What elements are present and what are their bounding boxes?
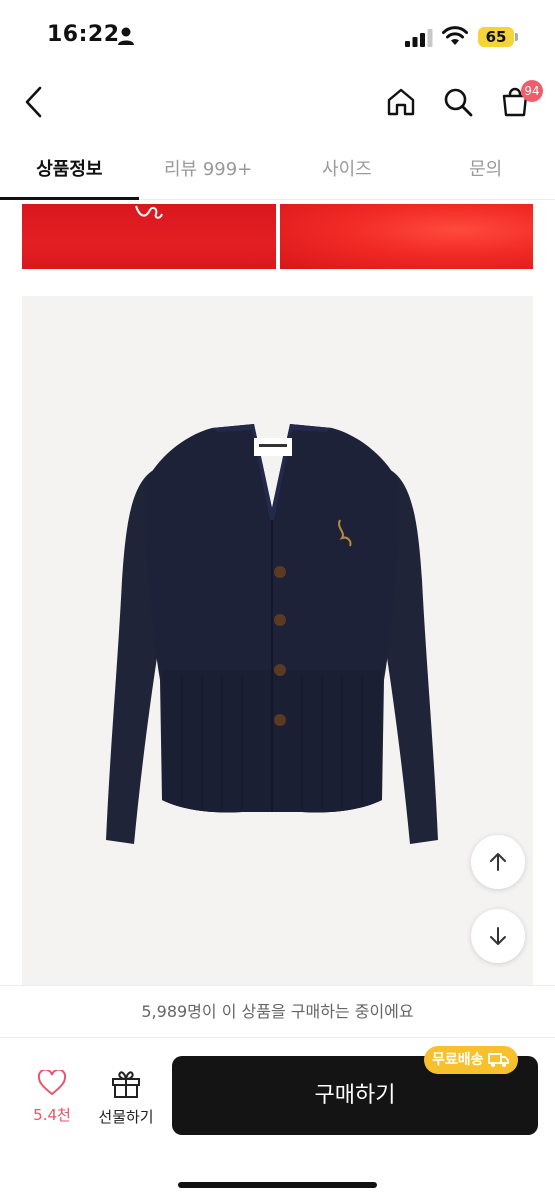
home-indicator xyxy=(178,1182,377,1188)
battery-tip xyxy=(515,33,518,41)
home-icon xyxy=(387,88,415,116)
red-fabric-closeup-image xyxy=(279,204,533,269)
embroidery-logo-icon xyxy=(135,205,163,219)
search-icon xyxy=(444,88,473,117)
free-shipping-label: 무료배송 xyxy=(432,1052,484,1068)
arrow-up-icon xyxy=(490,853,506,871)
gift-button[interactable]: 선물하기 xyxy=(92,1070,160,1130)
status-time: 16:22 xyxy=(47,22,120,47)
tab-inquiry[interactable]: 문의 xyxy=(416,140,555,199)
home-button[interactable] xyxy=(381,82,421,122)
tab-size[interactable]: 사이즈 xyxy=(278,140,417,199)
arrow-down-icon xyxy=(490,927,506,945)
search-button[interactable] xyxy=(438,82,478,122)
free-shipping-badge: 무료배송 xyxy=(424,1046,518,1074)
gift-icon xyxy=(112,1071,140,1098)
truck-icon xyxy=(487,1053,509,1067)
heart-icon xyxy=(37,1068,67,1096)
cellular-signal-icon xyxy=(405,29,433,47)
chevron-left-icon xyxy=(25,86,42,118)
nav-bar xyxy=(0,70,555,134)
scroll-up-button[interactable] xyxy=(471,835,525,889)
red-fabric-detail-image xyxy=(22,204,276,269)
gift-label: 선물하기 xyxy=(98,1108,154,1126)
like-count: 5.4천 xyxy=(33,1106,71,1124)
back-button[interactable] xyxy=(14,82,54,122)
purchase-activity-notice: 5,989명이 이 상품을 구매하는 중이에요 xyxy=(0,985,555,1037)
tab-reviews[interactable]: 리뷰 999+ xyxy=(139,140,278,199)
detail-image-row xyxy=(22,204,533,269)
scroll-down-button[interactable] xyxy=(471,909,525,963)
navy-cardigan-image xyxy=(106,424,438,844)
cart-count-badge: 94 xyxy=(521,80,543,102)
battery-indicator: 65 xyxy=(478,27,514,47)
person-icon xyxy=(118,27,134,45)
product-image xyxy=(22,296,533,988)
status-bar: 16:22 65 xyxy=(0,0,555,70)
like-button[interactable]: 5.4천 xyxy=(24,1068,80,1130)
product-tabs: 상품정보 리뷰 999+ 사이즈 문의 xyxy=(0,140,555,200)
tab-product-info[interactable]: 상품정보 xyxy=(0,140,139,200)
wifi-icon xyxy=(442,26,468,45)
